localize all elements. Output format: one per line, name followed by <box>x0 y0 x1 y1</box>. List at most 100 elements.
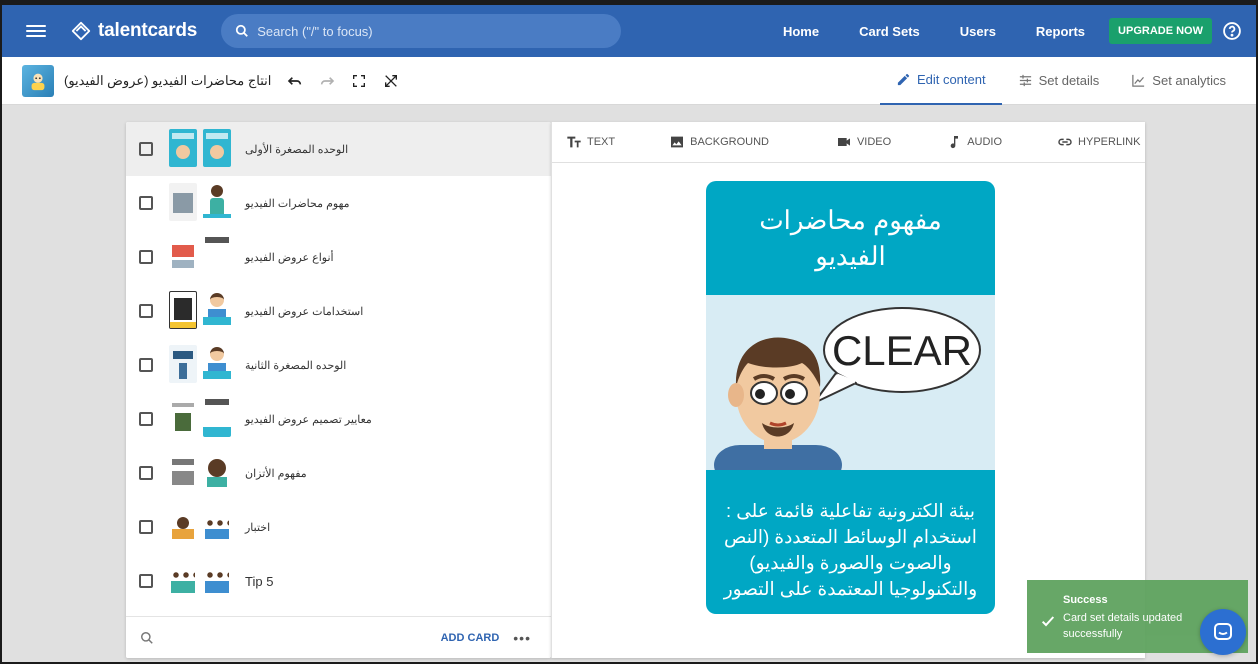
card-preview[interactable]: مفهوم محاضرات الفيديو CLEAR بيئة الكترون… <box>706 181 995 614</box>
card-back-thumbnail <box>203 561 231 599</box>
video-tool-button[interactable]: VIDEO <box>836 134 891 150</box>
music-note-icon <box>950 136 959 149</box>
add-card-button[interactable]: ADD CARD <box>441 632 500 644</box>
card-list-item[interactable]: معايير تصميم عروض الفيديو <box>126 392 551 446</box>
card-checkbox[interactable] <box>139 196 153 210</box>
card-title: معايير تصميم عروض الفيديو <box>245 413 372 426</box>
card-list-item[interactable]: اختبار <box>126 500 551 554</box>
image-icon <box>671 136 684 148</box>
search-icon[interactable] <box>140 631 154 645</box>
card-checkbox[interactable] <box>139 250 153 264</box>
audio-tool-button[interactable]: AUDIO <box>946 134 1002 150</box>
card-thumbnails <box>169 507 231 547</box>
card-preview-image[interactable]: CLEAR <box>706 295 995 470</box>
card-front-thumbnail <box>169 183 197 221</box>
pencil-icon <box>897 73 910 86</box>
tab-set-analytics[interactable]: Set analytics <box>1115 57 1242 105</box>
set-avatar-icon <box>31 73 45 90</box>
chat-launcher-button[interactable] <box>1200 609 1246 655</box>
text-size-icon <box>567 136 581 148</box>
card-checkbox[interactable] <box>139 304 153 318</box>
nav-card-sets-link[interactable]: Card Sets <box>859 24 920 39</box>
card-checkbox[interactable] <box>139 358 153 372</box>
card-editor-panel: TEXT BACKGROUND VIDEO AUDIO HYPERLINK مف… <box>551 122 1145 658</box>
card-list-panel: الوحده المصغرة الأولى مهوم محاضرات الفيد… <box>126 122 551 658</box>
text-tool-label: TEXT <box>587 136 616 148</box>
search-icon <box>236 24 249 37</box>
search-box[interactable] <box>221 14 622 48</box>
help-icon[interactable] <box>1222 21 1242 41</box>
search-input[interactable] <box>257 23 578 39</box>
card-thumbnails <box>169 453 231 493</box>
nav-users-link[interactable]: Users <box>960 24 996 39</box>
nav-home-link[interactable]: Home <box>783 24 819 39</box>
toast-title: Success <box>1063 594 1108 606</box>
card-list-item[interactable] <box>126 608 551 616</box>
card-back-thumbnail <box>203 345 231 383</box>
card-checkbox[interactable] <box>139 574 153 588</box>
shuffle-icon[interactable] <box>383 73 399 89</box>
logo-text: talentcards <box>98 20 198 41</box>
nav-links: Home Card Sets Users Reports <box>783 24 1085 39</box>
card-preview-title[interactable]: مفهوم محاضرات الفيديو <box>706 181 995 295</box>
undo-icon[interactable] <box>287 73 303 89</box>
card-list-item[interactable]: الوحده المصغرة الثانية <box>126 338 551 392</box>
card-list-item[interactable]: الوحده المصغرة الأولى <box>126 122 551 176</box>
upgrade-now-button[interactable]: UPGRADE NOW <box>1109 18 1212 44</box>
background-tool-button[interactable]: BACKGROUND <box>669 134 769 150</box>
app-window: talentcards Home Card Sets Users Reports… <box>0 0 1258 664</box>
card-title: استخدامات عروض الفيديو <box>245 305 364 318</box>
more-options-button[interactable]: ••• <box>513 630 531 646</box>
hyperlink-tool-button[interactable]: HYPERLINK <box>1057 134 1140 150</box>
edit-actions <box>287 73 399 89</box>
card-title: اختبار <box>245 521 271 534</box>
card-title: أنواع عروض الفيديو <box>245 251 334 264</box>
set-tabs: Edit content Set details Set analytics <box>879 57 1242 105</box>
card-list-item[interactable]: أنواع عروض الفيديو <box>126 230 551 284</box>
link-icon <box>1058 138 1072 146</box>
card-front-thumbnail <box>169 291 197 329</box>
card-thumbnails <box>169 129 231 169</box>
card-list-item[interactable]: مهوم محاضرات الفيديو <box>126 176 551 230</box>
card-thumbnails <box>169 291 231 331</box>
menu-icon[interactable] <box>26 25 46 37</box>
chart-icon <box>1132 74 1145 87</box>
set-thumbnail[interactable] <box>22 64 54 97</box>
card-back-thumbnail <box>203 399 231 437</box>
logo[interactable]: talentcards <box>70 20 197 42</box>
set-title[interactable]: انتاج محاضرات الفيديو (عروض الفيديو) <box>64 73 271 89</box>
tab-set-details[interactable]: Set details <box>1002 57 1116 105</box>
toast-message: Card set details updated successfully <box>1063 612 1183 640</box>
card-list-item[interactable]: استخدامات عروض الفيديو <box>126 284 551 338</box>
card-list-item[interactable]: Tip 5 <box>126 554 551 608</box>
card-checkbox[interactable] <box>139 466 153 480</box>
card-back-thumbnail <box>203 183 231 221</box>
card-title: الوحده المصغرة الأولى <box>245 143 349 156</box>
card-title: الوحده المصغرة الثانية <box>245 359 347 372</box>
card-title: Tip 5 <box>245 573 274 589</box>
video-tool-label: VIDEO <box>856 136 892 148</box>
card-thumbnails <box>169 561 231 601</box>
text-tool-button[interactable]: TEXT <box>566 134 615 150</box>
card-front-thumbnail <box>169 561 197 599</box>
redo-icon[interactable] <box>319 73 335 89</box>
tab-set-analytics-label: Set analytics <box>1152 73 1226 88</box>
tab-edit-content[interactable]: Edit content <box>879 57 1002 105</box>
card-list-item[interactable]: مفهوم الأتزان <box>126 446 551 500</box>
tab-edit-content-label: Edit content <box>916 72 986 87</box>
card-thumbnails <box>169 399 231 439</box>
background-tool-label: BACKGROUND <box>690 136 769 148</box>
nav-reports-link[interactable]: Reports <box>1036 24 1085 39</box>
diamond-heart-icon <box>71 21 91 41</box>
card-back-thumbnail <box>203 129 231 167</box>
card-back-thumbnail <box>203 453 231 491</box>
sliders-icon <box>1019 74 1031 87</box>
card-preview-body[interactable]: بيئة الكترونية تفاعلية قائمة على : استخد… <box>706 470 995 614</box>
card-front-thumbnail <box>169 345 197 383</box>
card-list: الوحده المصغرة الأولى مهوم محاضرات الفيد… <box>126 122 551 616</box>
fullscreen-icon[interactable] <box>351 73 367 89</box>
card-checkbox[interactable] <box>139 142 153 156</box>
card-checkbox[interactable] <box>139 520 153 534</box>
card-checkbox[interactable] <box>139 412 153 426</box>
character-illustration: CLEAR <box>706 295 995 470</box>
